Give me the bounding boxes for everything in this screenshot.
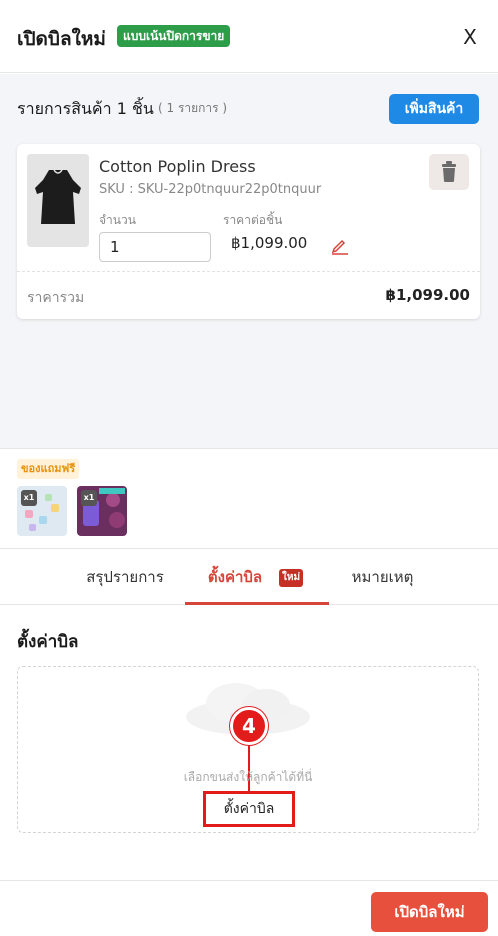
product-list-title: รายการสินค้า 1 ชิ้น	[17, 99, 154, 118]
active-tab-indicator	[185, 602, 329, 605]
step-marker: 4	[230, 707, 268, 745]
tab-bar: สรุปรายการ ตั้งค่าบิล ใหม่ หมายเหตุ	[0, 550, 498, 605]
pencil-icon	[331, 239, 348, 255]
free-gift-label: ของแถมฟรี	[17, 459, 80, 479]
gift-quantity: x1	[81, 490, 97, 506]
gift-quantity: x1	[21, 490, 37, 506]
empty-state-hint: เลือกขนส่งให้ลูกค้าได้ที่นี่	[183, 770, 313, 784]
dress-image	[27, 154, 89, 247]
trash-icon	[442, 161, 456, 182]
tab-bill-settings[interactable]: ตั้งค่าบิล	[190, 550, 280, 605]
gift-item[interactable]: x1	[77, 486, 127, 536]
quantity-input[interactable]	[99, 232, 211, 262]
configure-bill-link[interactable]: ตั้งค่าบิล	[203, 791, 295, 827]
card-divider	[17, 271, 480, 272]
unit-price-label: ราคาต่อชิ้น	[223, 213, 283, 227]
bill-settings-empty-state: 4 เลือกขนส่งให้ลูกค้าได้ที่นี่ ตั้งค่าบิ…	[17, 666, 479, 833]
product-sku: SKU : SKU-22p0tnquur22p0tnquur	[99, 182, 322, 197]
quantity-label: จำนวน	[99, 213, 136, 227]
footer: เปิดบิลใหม่	[0, 880, 498, 936]
close-button[interactable]: X	[459, 26, 481, 48]
header: เปิดบิลใหม่ แบบเน้นปิดการขาย X	[0, 0, 498, 73]
unit-price-value: ฿1,099.00	[231, 234, 308, 252]
bill-settings-title: ตั้งค่าบิล	[17, 632, 79, 652]
product-image	[27, 154, 89, 247]
page-title: เปิดบิลใหม่	[17, 28, 106, 50]
new-badge: ใหม่	[279, 569, 304, 587]
open-new-bill-button[interactable]: เปิดบิลใหม่	[371, 892, 488, 932]
gift-item[interactable]: x1	[17, 486, 67, 536]
edit-price-button[interactable]	[331, 237, 349, 255]
tab-summary[interactable]: สรุปรายการ	[70, 550, 180, 605]
tab-notes[interactable]: หมายเหตุ	[335, 550, 430, 605]
product-list-count: ( 1 รายการ )	[158, 101, 228, 115]
total-label: ราคารวม	[27, 290, 85, 306]
add-product-button[interactable]: เพิ่มสินค้า	[389, 94, 479, 124]
free-gift-section: ของแถมฟรี x1 x1	[0, 450, 498, 549]
mode-badge: แบบเน้นปิดการขาย	[117, 25, 231, 47]
product-card: Cotton Poplin Dress SKU : SKU-22p0tnquur…	[17, 144, 480, 319]
product-area: รายการสินค้า 1 ชิ้น ( 1 รายการ ) เพิ่มสิ…	[0, 74, 498, 449]
product-name: Cotton Poplin Dress	[99, 157, 256, 176]
total-value: ฿1,099.00	[385, 286, 470, 304]
delete-product-button[interactable]	[429, 154, 469, 190]
